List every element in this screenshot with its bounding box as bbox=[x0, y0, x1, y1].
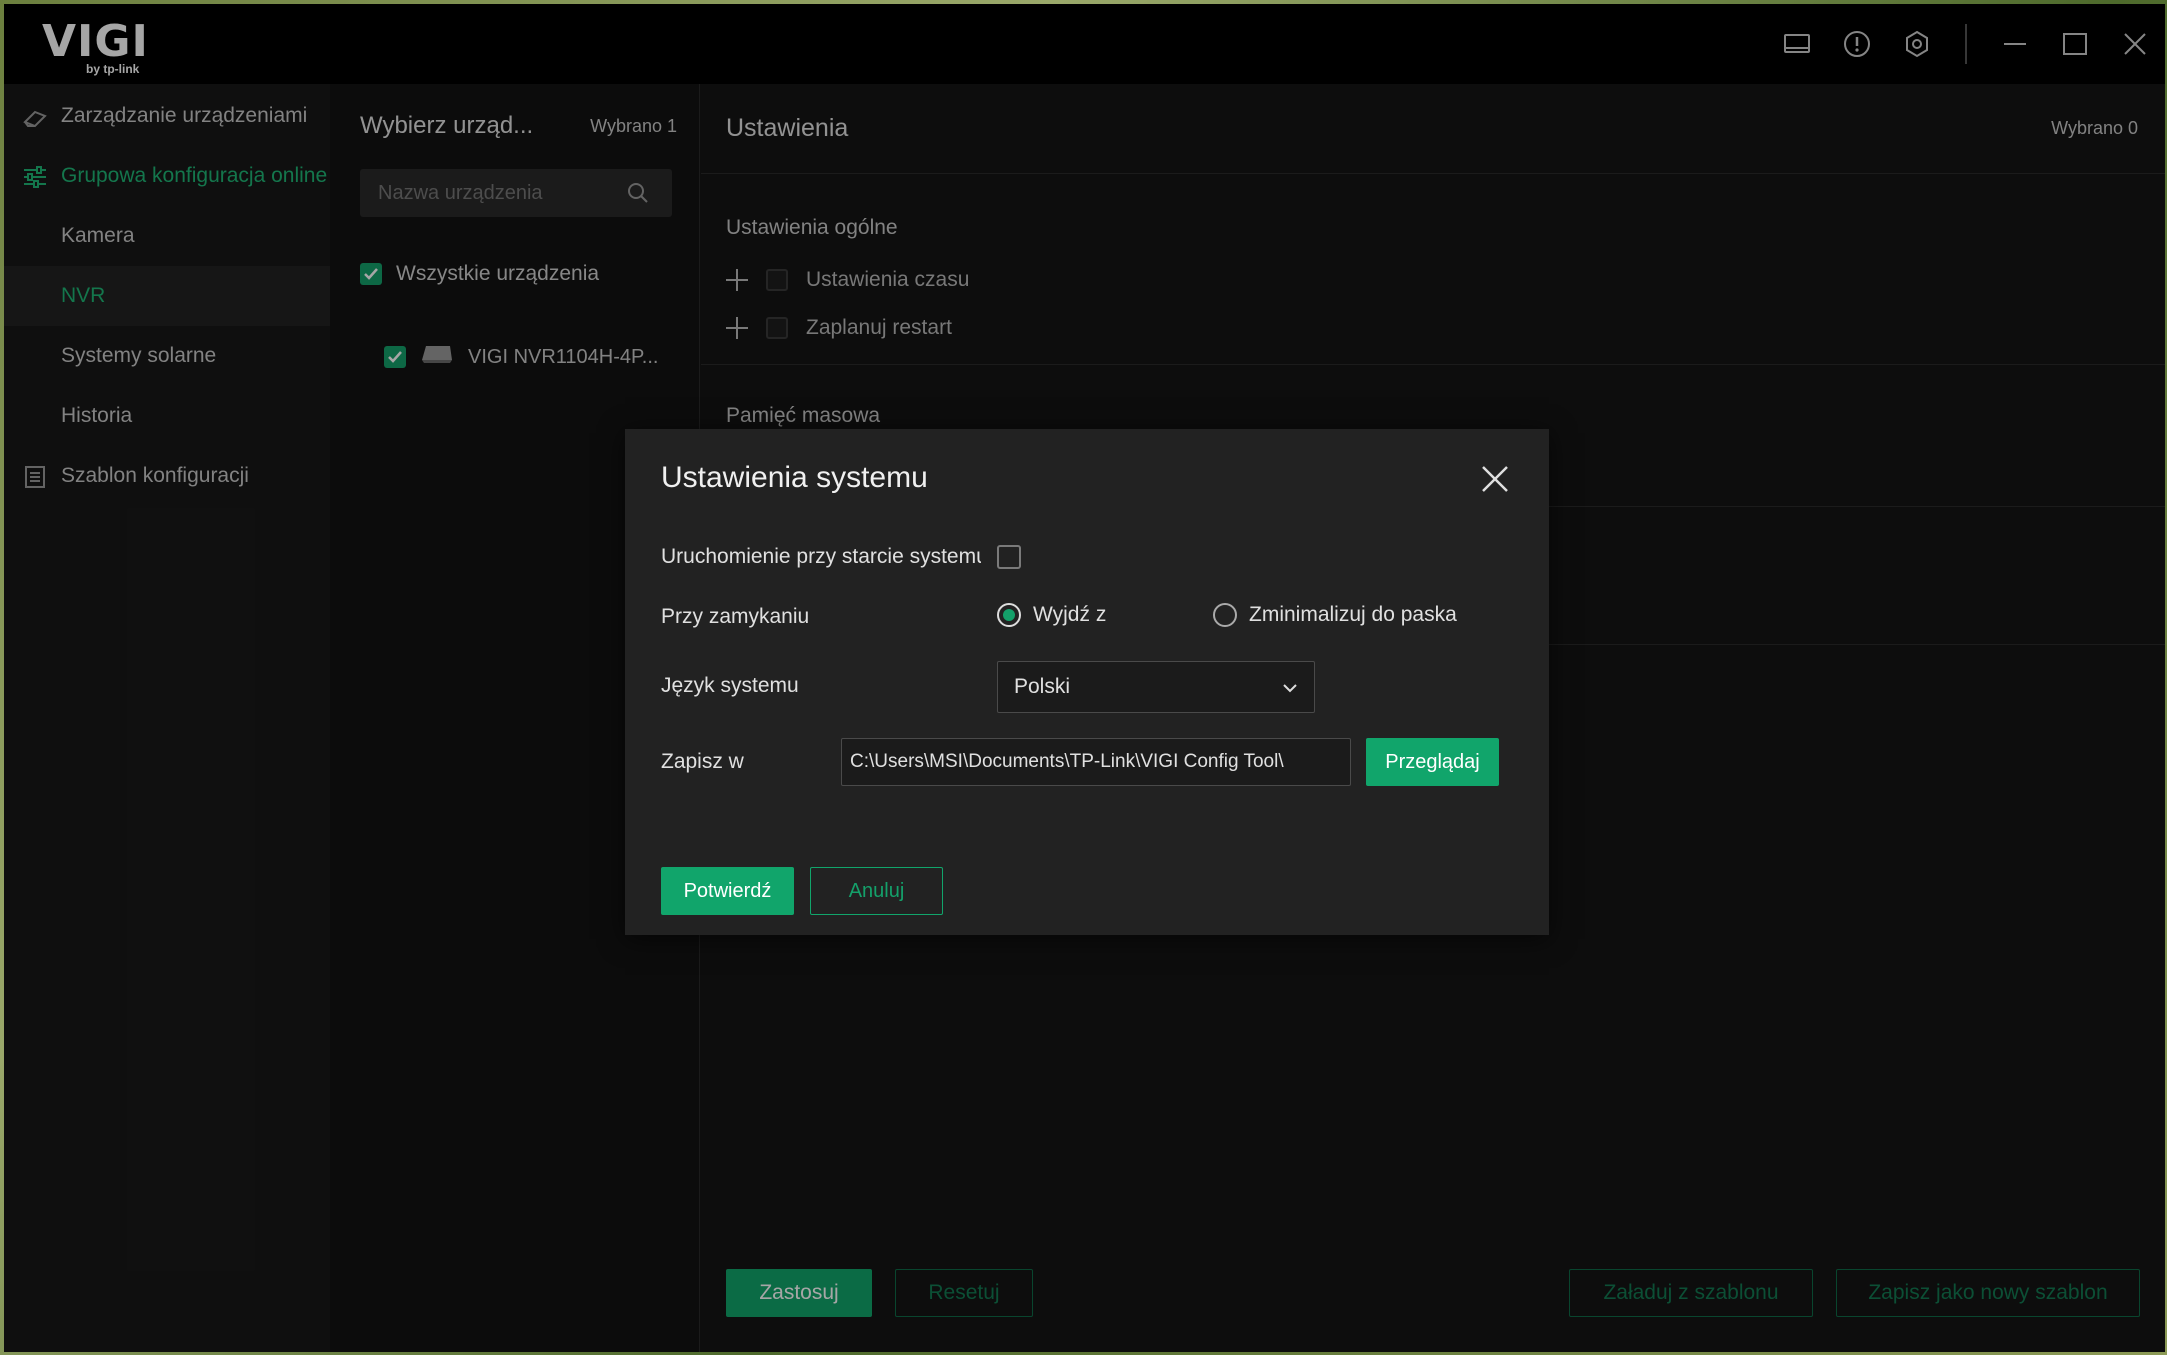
on-close-label: Przy zamykaniu bbox=[661, 605, 810, 628]
language-label: Język systemu bbox=[661, 674, 799, 697]
radio-exit[interactable]: Wyjdź z bbox=[997, 603, 1106, 627]
dialog-close-icon[interactable] bbox=[1477, 461, 1513, 497]
language-select[interactable]: Polski bbox=[997, 661, 1315, 713]
cancel-button[interactable]: Anuluj bbox=[810, 867, 943, 915]
radio-exit-label: Wyjdź z bbox=[1033, 603, 1107, 626]
dialog-title: Ustawienia systemu bbox=[661, 461, 928, 494]
radio-minimize[interactable]: Zminimalizuj do paska bbox=[1213, 603, 1457, 627]
radio-minimize-button[interactable] bbox=[1213, 603, 1237, 627]
confirm-button[interactable]: Potwierdź bbox=[661, 867, 794, 915]
save-location-label: Zapisz w bbox=[661, 750, 744, 773]
system-settings-dialog: Ustawienia systemu Uruchomienie przy sta… bbox=[625, 429, 1549, 935]
app-window: VIGI by tp-link Zarządzanie urządzeniami… bbox=[4, 4, 2165, 1352]
save-path-input[interactable] bbox=[841, 738, 1351, 786]
chevron-down-icon bbox=[1280, 678, 1300, 704]
startup-label: Uruchomienie przy starcie systemu bbox=[661, 545, 981, 568]
startup-checkbox[interactable] bbox=[997, 545, 1021, 569]
language-value: Polski bbox=[1014, 675, 1071, 698]
browse-button[interactable]: Przeglądaj bbox=[1366, 738, 1499, 786]
radio-exit-button[interactable] bbox=[997, 603, 1021, 627]
radio-minimize-label: Zminimalizuj do paska bbox=[1249, 603, 1457, 626]
